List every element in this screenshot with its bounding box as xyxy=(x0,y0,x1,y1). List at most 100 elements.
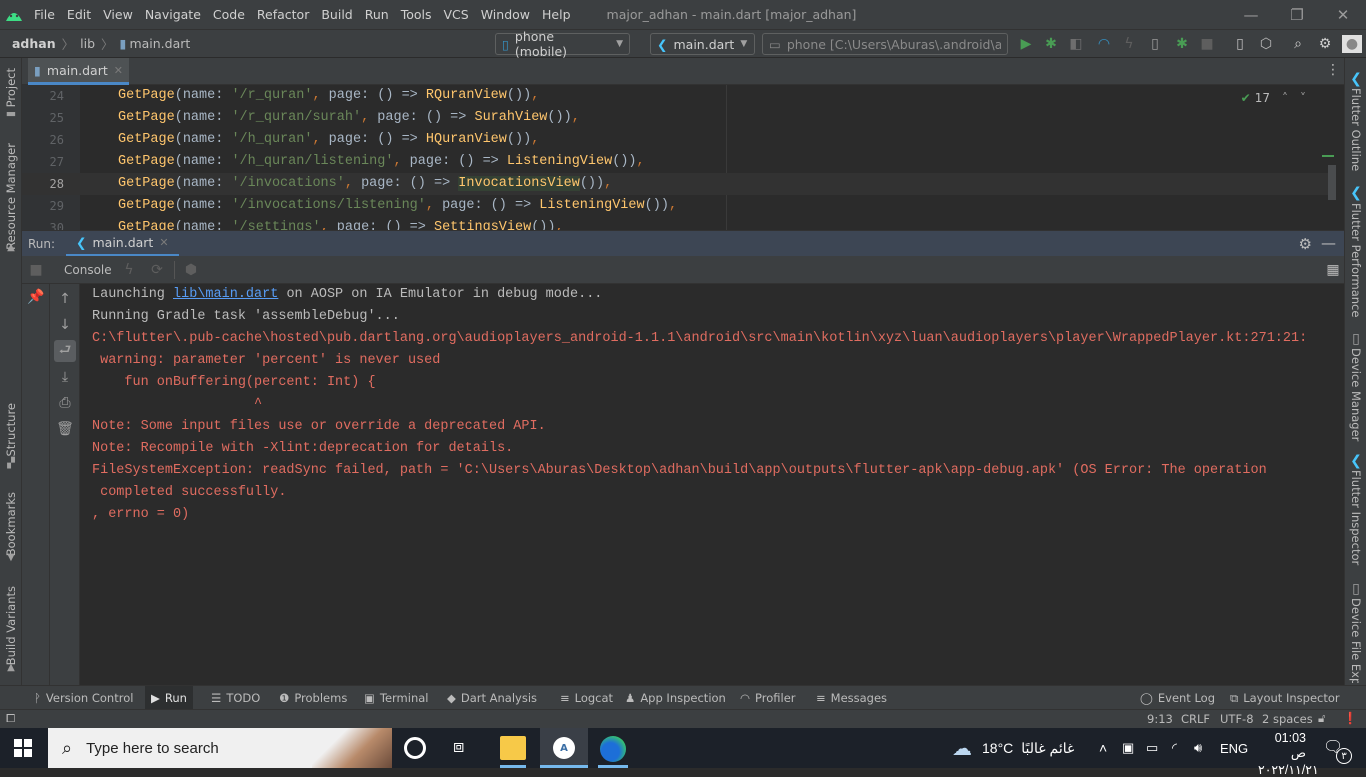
print-icon[interactable]: ⎙ xyxy=(54,392,76,414)
stop-icon[interactable]: ■ xyxy=(1197,35,1217,53)
editor-tab-main-dart[interactable]: ▮ main.dart ✕ xyxy=(28,58,129,85)
arrow-up-icon[interactable]: ↑ xyxy=(54,288,76,310)
avatar-icon[interactable]: ● xyxy=(1342,35,1362,53)
tab-logcat[interactable]: ≡ Logcat xyxy=(554,686,619,710)
minimize-panel-icon[interactable]: — xyxy=(1321,234,1336,252)
sdk-manager-icon[interactable]: ⬡ xyxy=(1256,35,1276,53)
gear-icon[interactable]: ⚙ xyxy=(1315,35,1335,53)
tab-version-control[interactable]: ᚹ Version Control xyxy=(28,686,139,710)
device-manager-tool-button[interactable]: Device Manager xyxy=(1349,348,1363,441)
more-options-icon[interactable]: ⋮ xyxy=(1326,62,1340,78)
show-hidden-icons-chevron-icon[interactable]: ˄ xyxy=(1099,728,1107,768)
weather-widget[interactable]: ☁ 18°C غائم غالبًا xyxy=(952,728,1074,768)
file-link[interactable]: lib\main.dart xyxy=(173,287,278,302)
code-editor[interactable]: GetPage(name: '/r_quran', page: () => RQ… xyxy=(80,85,1336,230)
battery-icon[interactable]: ▭ xyxy=(1146,728,1158,768)
meet-now-icon[interactable]: ▣ xyxy=(1122,728,1134,768)
menu-view[interactable]: View xyxy=(97,0,139,29)
breadcrumb-project[interactable]: adhan xyxy=(12,36,56,51)
tab-dart-analysis[interactable]: ◆ Dart Analysis xyxy=(441,686,543,710)
resource-manager-tool-button[interactable]: Resource Manager xyxy=(4,143,18,250)
run-tab-main-dart[interactable]: ❮ main.dart ✕ xyxy=(66,231,179,257)
minimize-button[interactable]: — xyxy=(1228,0,1274,29)
file-explorer-icon[interactable] xyxy=(500,736,526,760)
console-tab[interactable]: Console xyxy=(64,263,112,277)
menu-help[interactable]: Help xyxy=(536,0,577,29)
open-devtools-icon[interactable]: ⬢ xyxy=(180,259,202,281)
hot-restart-icon[interactable]: ⟳ xyxy=(146,259,168,281)
flutter-performance-tool-button[interactable]: Flutter Performance xyxy=(1349,203,1363,317)
tab-terminal[interactable]: ▣ Terminal xyxy=(358,686,434,710)
menu-file[interactable]: File xyxy=(28,0,61,29)
hot-reload-icon[interactable]: ϟ xyxy=(1119,35,1139,53)
run-with-coverage-icon[interactable]: ◧ xyxy=(1066,35,1086,53)
tab-messages[interactable]: ≡ Messages xyxy=(810,686,893,710)
structure-tool-button[interactable]: Structure xyxy=(4,403,18,457)
indent-setting[interactable]: 2 spaces xyxy=(1262,712,1313,726)
layout-options-icon[interactable]: ▦ xyxy=(1322,259,1344,281)
cortana-icon[interactable] xyxy=(404,737,426,759)
chevron-down-icon[interactable]: ˅ xyxy=(1300,91,1306,105)
console-output[interactable]: Launching lib\main.dart on AOSP on IA Em… xyxy=(80,284,1344,685)
windows-start-icon[interactable] xyxy=(14,739,32,760)
menu-vcs[interactable]: VCS xyxy=(438,0,475,29)
taskbar-search-box[interactable]: ⌕ Type here to search xyxy=(48,728,392,768)
arrow-down-icon[interactable]: ↓ xyxy=(54,314,76,336)
menu-window[interactable]: Window xyxy=(475,0,536,29)
tab-profiler[interactable]: ◠ Profiler xyxy=(734,686,802,710)
lock-icon[interactable]: 🔓︎ xyxy=(1318,711,1325,726)
restore-button[interactable]: ❐ xyxy=(1274,0,1320,29)
close-icon[interactable]: ✕ xyxy=(114,64,123,77)
tab-run[interactable]: ▶ Run xyxy=(145,686,193,710)
tool-windows-toggle-icon[interactable]: ⧠ xyxy=(6,711,15,726)
menu-edit[interactable]: Edit xyxy=(61,0,97,29)
run-config-selector[interactable]: ❮ main.dart ▼ xyxy=(650,33,755,55)
gear-icon[interactable]: ⚙ xyxy=(1299,235,1312,253)
caret-position[interactable]: 9:13 xyxy=(1147,712,1173,726)
debug-icon[interactable]: ✱ xyxy=(1041,35,1061,53)
trash-icon[interactable]: 🗑 xyxy=(54,418,76,440)
profiler-icon[interactable]: ◠ xyxy=(1094,35,1114,53)
wifi-icon[interactable]: ◜ xyxy=(1172,728,1177,768)
run-icon[interactable]: ▶ xyxy=(1016,35,1036,53)
chevron-up-icon[interactable]: ˄ xyxy=(1282,91,1288,105)
breadcrumb-lib[interactable]: lib xyxy=(80,36,95,51)
android-studio-taskbar-button[interactable]: A xyxy=(540,728,588,768)
notification-icon[interactable]: ❗ xyxy=(1343,711,1357,725)
breadcrumb-file[interactable]: main.dart xyxy=(129,36,190,51)
volume-icon[interactable]: 🔊︎ xyxy=(1194,728,1202,768)
menu-code[interactable]: Code xyxy=(207,0,251,29)
tab-todo[interactable]: ☰ TODO xyxy=(205,686,266,710)
editor-scrollbar-thumb[interactable] xyxy=(1328,165,1336,200)
search-icon[interactable]: ⌕ xyxy=(1288,35,1308,53)
flutter-inspector-tool-button[interactable]: Flutter Inspector xyxy=(1349,470,1363,565)
menu-tools[interactable]: Tools xyxy=(395,0,438,29)
close-button[interactable]: ✕ xyxy=(1320,0,1366,29)
avd-selector[interactable]: ▭ phone [C:\Users\Aburas\.android\avd\..… xyxy=(762,33,1008,55)
menu-refactor[interactable]: Refactor xyxy=(251,0,315,29)
device-file-explorer-tool-button[interactable]: Device File Explorer xyxy=(1349,598,1363,683)
tab-problems[interactable]: ❶ Problems xyxy=(273,686,353,710)
soft-wrap-icon[interactable]: ⮐ xyxy=(54,340,76,362)
clock[interactable]: 01:03 ص ٢٠٢٢/١١/٢١ xyxy=(1258,731,1319,777)
language-indicator[interactable]: ENG xyxy=(1220,728,1248,768)
menu-build[interactable]: Build xyxy=(315,0,358,29)
build-variants-tool-button[interactable]: Build Variants xyxy=(4,586,18,665)
hot-reload-icon[interactable]: ϟ xyxy=(118,259,140,281)
tab-event-log[interactable]: ◯ Event Log xyxy=(1134,686,1221,710)
line-separator[interactable]: CRLF xyxy=(1181,712,1210,726)
edge-browser-icon[interactable] xyxy=(600,736,626,762)
file-encoding[interactable]: UTF-8 xyxy=(1220,712,1254,726)
attach-debugger-icon[interactable]: ✱ xyxy=(1172,35,1192,53)
device-manager-icon[interactable]: ▯ xyxy=(1230,35,1250,53)
tab-layout-inspector[interactable]: ⧉ Layout Inspector xyxy=(1224,686,1346,710)
stop-icon[interactable]: ■ xyxy=(25,259,47,281)
close-icon[interactable]: ✕ xyxy=(159,236,168,249)
flutter-outline-tool-button[interactable]: Flutter Outline xyxy=(1349,88,1363,171)
task-view-icon[interactable]: ⧈ xyxy=(453,736,464,757)
device-selector[interactable]: ▯ phone (mobile) ▼ xyxy=(495,29,630,59)
inspections-widget[interactable]: ✔ 17 ˄ ˅ xyxy=(1241,91,1306,105)
pin-icon[interactable]: 📌 xyxy=(25,286,47,308)
menu-run[interactable]: Run xyxy=(359,0,395,29)
scroll-to-end-icon[interactable]: ⤓ xyxy=(54,366,76,388)
